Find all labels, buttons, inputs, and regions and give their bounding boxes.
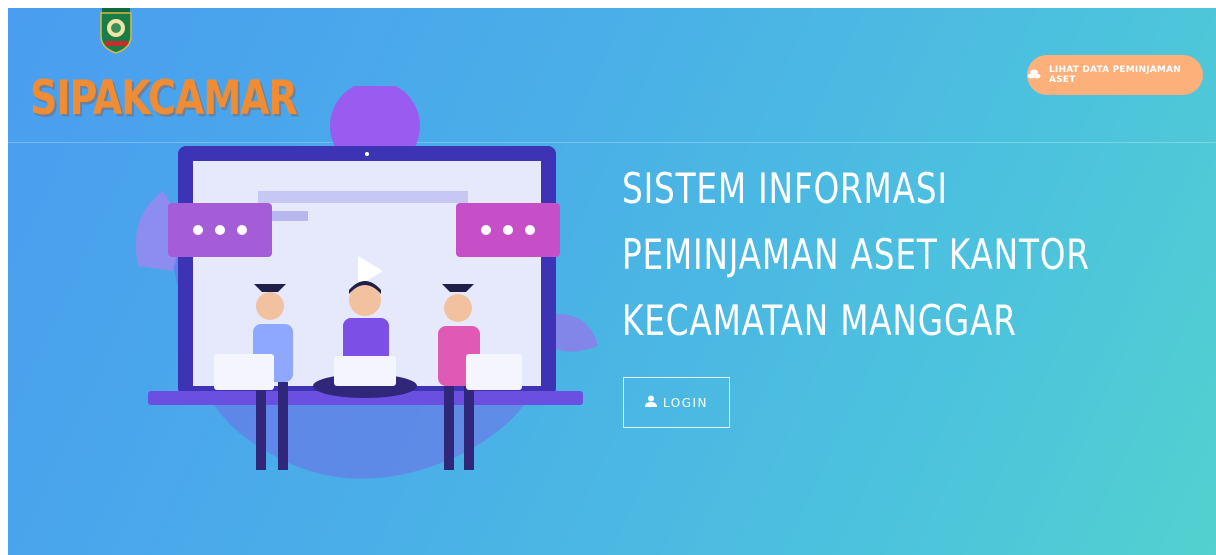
regency-emblem-logo: [100, 8, 132, 54]
hero-title-line: SISTEM INFORMASI: [622, 164, 948, 213]
view-asset-loans-label: LIHAT DATA PEMINJAMAN ASET: [1049, 65, 1181, 85]
coins-icon: [1027, 68, 1041, 83]
login-label: LOGIN: [662, 395, 709, 410]
hero-title-line: KECAMATAN MANGGAR: [622, 296, 1017, 345]
view-asset-loans-button[interactable]: LIHAT DATA PEMINJAMAN ASET: [1027, 55, 1203, 95]
login-button[interactable]: LOGIN: [623, 377, 730, 428]
online-learning-illustration: [135, 86, 598, 479]
page: SIPAKCAMAR LIHAT DATA PEMINJAMAN ASET SI…: [8, 8, 1216, 555]
hero-title: SISTEM INFORMASI PEMINJAMAN ASET KANTOR …: [622, 156, 1090, 354]
hero-title-line: PEMINJAMAN ASET KANTOR: [622, 230, 1090, 279]
user-icon: [644, 395, 657, 410]
